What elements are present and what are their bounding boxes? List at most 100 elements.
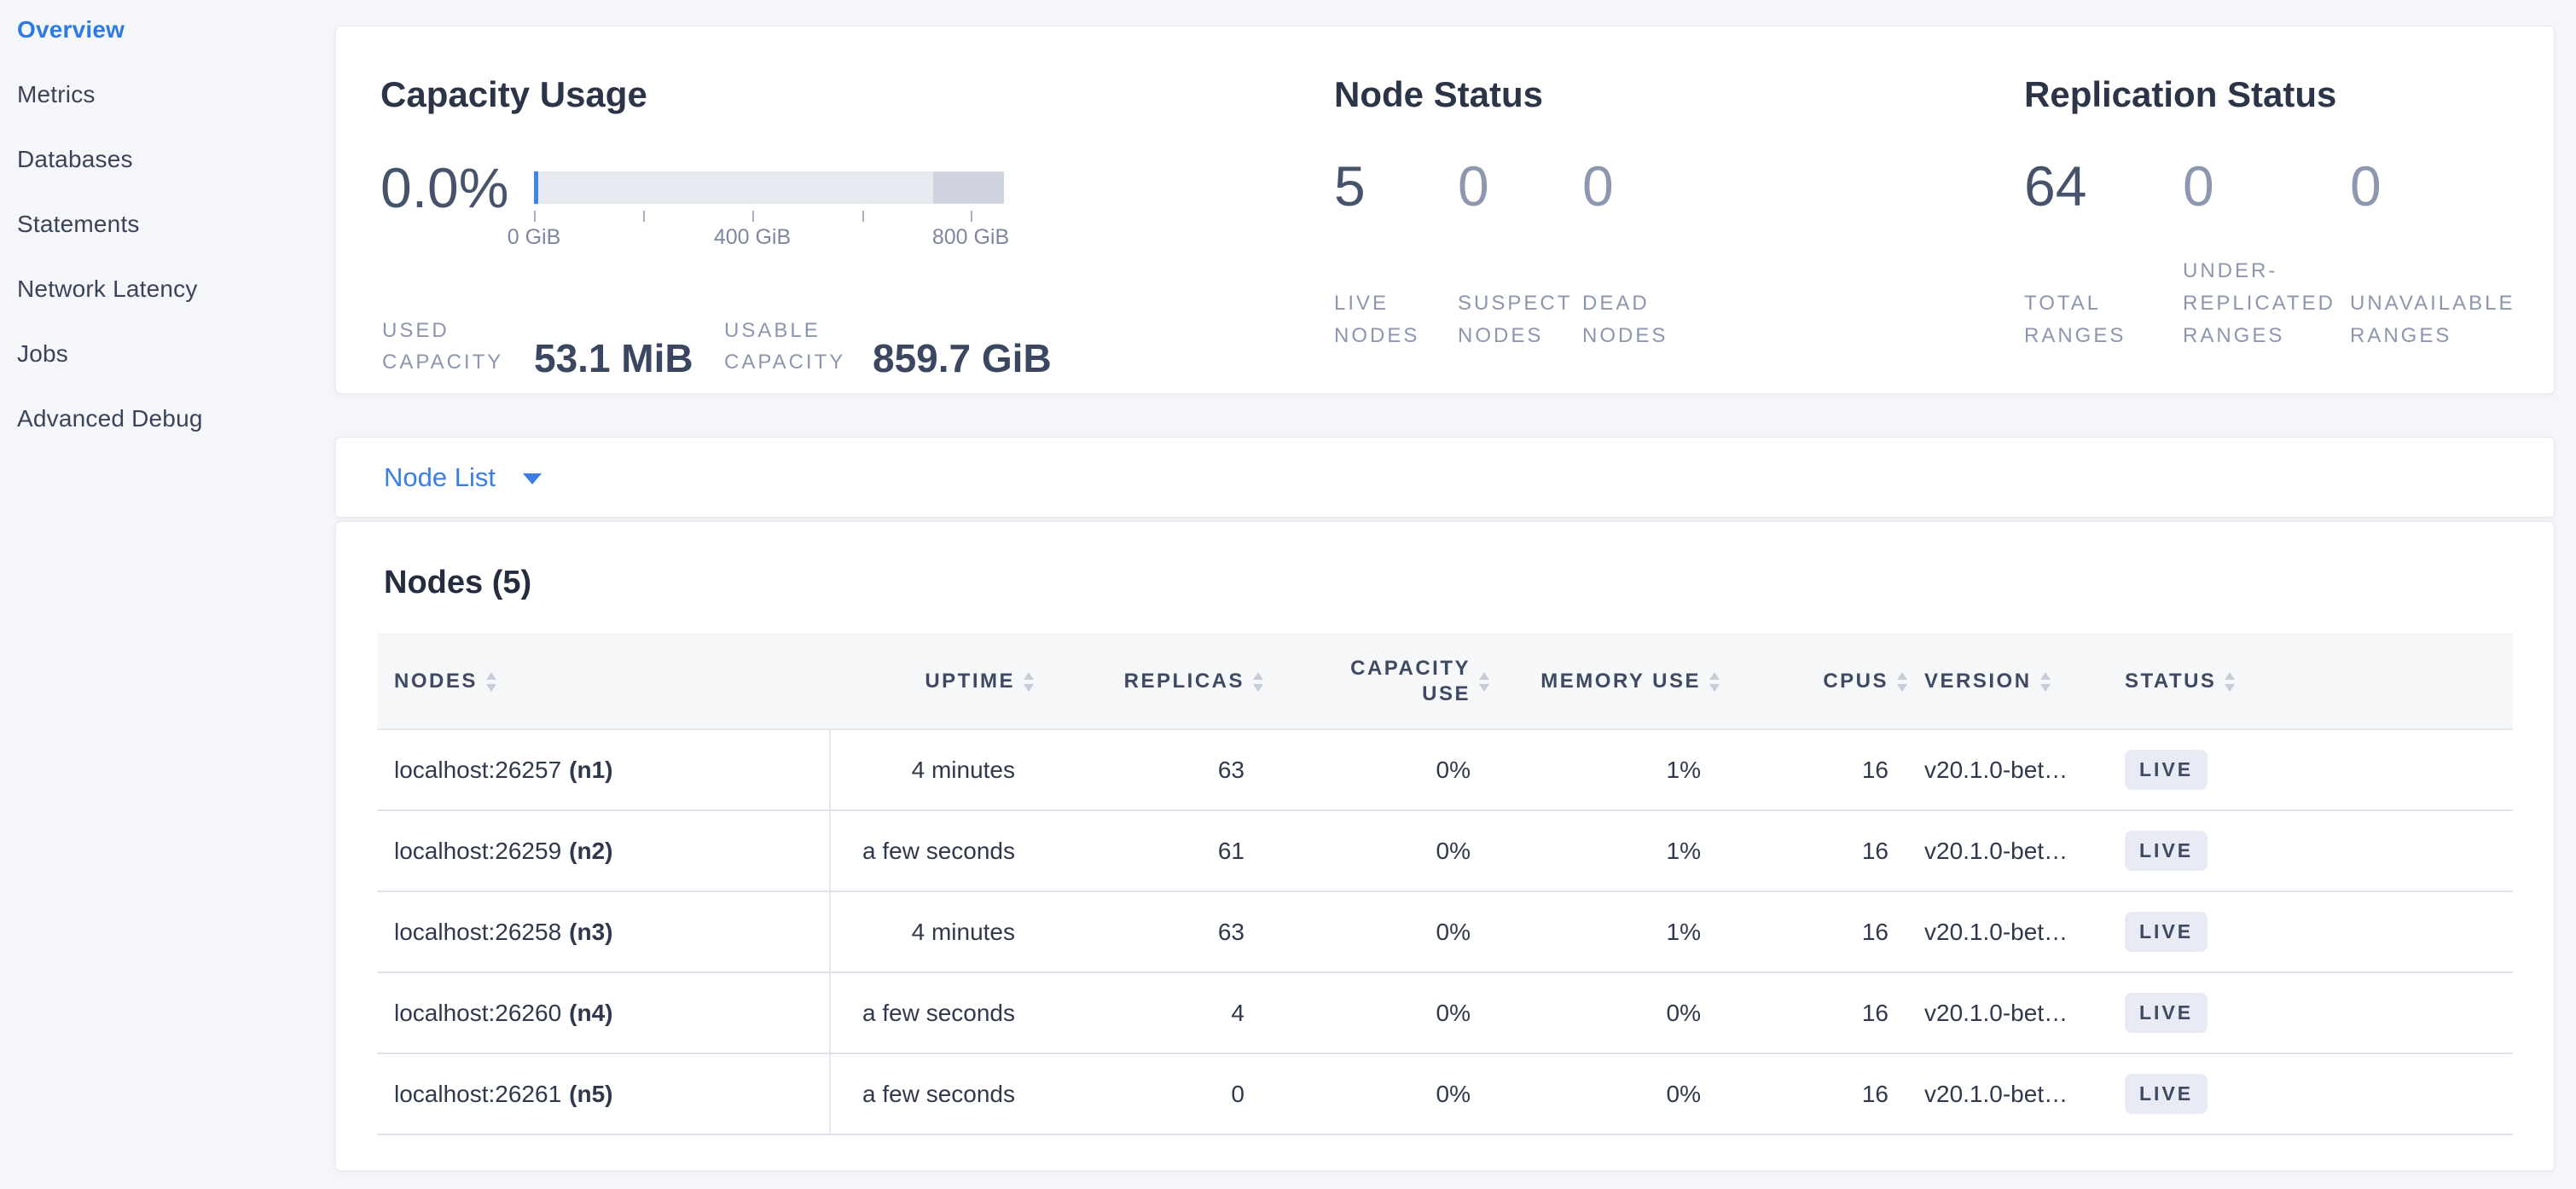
column-header-label: NODES xyxy=(394,670,478,693)
cpus-cell: 16 xyxy=(1720,892,1907,972)
sidebar-item-databases[interactable]: Databases xyxy=(17,145,335,174)
column-header-cpus[interactable]: CPUS xyxy=(1720,635,1907,728)
sort-icon[interactable] xyxy=(1479,672,1489,692)
capacity-used-segment xyxy=(534,171,538,204)
sidebar-item-advanced-debug[interactable]: Advanced Debug xyxy=(17,404,335,433)
table-row-n3[interactable]: localhost:26258 (n3) 4 minutes 63 0% 1% … xyxy=(377,892,2513,973)
replicas-cell: 61 xyxy=(1034,811,1263,890)
node-list-dropdown[interactable]: Node List xyxy=(384,462,542,493)
used-capacity-label: USED CAPACITY xyxy=(382,315,512,378)
dead-nodes-value: 0 xyxy=(1582,154,1710,218)
node-status-stats: 5 LIVE NODES 0 SUSPECT NODES 0 DEAD NODE… xyxy=(1334,154,1710,352)
column-header-label: CPUS xyxy=(1823,670,1888,693)
node-cell: localhost:26259 (n2) xyxy=(377,811,831,890)
node-cell: localhost:26257 (n1) xyxy=(377,730,831,809)
uptime-cell: a few seconds xyxy=(831,811,1034,890)
unavailable-ranges-value: 0 xyxy=(2350,154,2533,218)
table-row-n5[interactable]: localhost:26261 (n5) a few seconds 0 0% … xyxy=(377,1054,2513,1135)
sort-icon[interactable] xyxy=(1253,672,1263,692)
sort-icon[interactable] xyxy=(1709,672,1720,692)
usable-capacity-label: USABLE CAPACITY xyxy=(724,315,861,378)
sidebar-item-jobs[interactable]: Jobs xyxy=(17,339,335,368)
table-row-n2[interactable]: localhost:26259 (n2) a few seconds 61 0%… xyxy=(377,811,2513,892)
node-id: (n2) xyxy=(569,838,612,865)
axis-tick xyxy=(643,211,645,222)
status-badge: LIVE xyxy=(2125,993,2208,1033)
column-header-label: REPLICAS xyxy=(1124,670,1244,693)
nodes-card: Nodes (5) NODES UPTIME REPLICAS CAPACITY… xyxy=(335,521,2555,1171)
sidebar: Overview Metrics Databases Statements Ne… xyxy=(0,0,335,469)
status-badge: LIVE xyxy=(2125,831,2208,871)
node-id: (n5) xyxy=(569,1081,612,1108)
uptime-cell: 4 minutes xyxy=(831,892,1034,972)
replication-status-title: Replication Status xyxy=(2024,72,2336,117)
column-header-status[interactable]: STATUS xyxy=(2108,635,2513,728)
unavailable-ranges-stat: 0 UNAVAILABLE RANGES xyxy=(2350,154,2533,352)
column-header-memory-use[interactable]: MEMORY USE xyxy=(1489,635,1720,728)
sort-icon[interactable] xyxy=(1897,672,1907,692)
sort-icon[interactable] xyxy=(2225,672,2235,692)
node-address: localhost:26260 xyxy=(394,1000,561,1027)
column-header-label: VERSION xyxy=(1924,670,2032,693)
node-status-section: Node Status 5 LIVE NODES 0 SUSPECT NODES… xyxy=(1334,26,1846,393)
dead-nodes-stat: 0 DEAD NODES xyxy=(1582,154,1710,352)
nodes-table-header: NODES UPTIME REPLICAS CAPACITY USE MEMOR… xyxy=(377,634,2513,730)
column-header-replicas[interactable]: REPLICAS xyxy=(1034,635,1263,728)
status-cell: LIVE xyxy=(2108,811,2513,890)
column-header-uptime[interactable]: UPTIME xyxy=(831,635,1034,728)
capacity-usage-bar xyxy=(534,171,1004,204)
sort-icon[interactable] xyxy=(2040,672,2051,692)
table-row-n4[interactable]: localhost:26260 (n4) a few seconds 4 0% … xyxy=(377,973,2513,1054)
capacity-usage-section: Capacity Usage 0.0% 0 GiB 400 GiB 800 Gi… xyxy=(380,26,1332,393)
column-header-label: MEMORY USE xyxy=(1540,670,1701,693)
status-cell: LIVE xyxy=(2108,1054,2513,1134)
live-nodes-label: LIVE NODES xyxy=(1334,287,1458,352)
capacity-used-percent: 0.0% xyxy=(380,156,508,219)
column-header-capacity-use[interactable]: CAPACITY USE xyxy=(1263,635,1489,728)
column-header-version[interactable]: VERSION xyxy=(1907,635,2108,728)
status-badge: LIVE xyxy=(2125,1074,2208,1114)
status-cell: LIVE xyxy=(2108,973,2513,1053)
axis-label-0gib: 0 GiB xyxy=(508,224,561,250)
sort-icon[interactable] xyxy=(486,672,496,692)
sidebar-item-statements[interactable]: Statements xyxy=(17,210,335,239)
uptime-cell: a few seconds xyxy=(831,973,1034,1053)
column-header-nodes[interactable]: NODES xyxy=(377,635,831,728)
sidebar-item-overview[interactable]: Overview xyxy=(17,15,335,44)
replicas-cell: 63 xyxy=(1034,892,1263,972)
total-ranges-label: TOTAL RANGES xyxy=(2024,287,2183,352)
node-list-dropdown-label[interactable]: Node List xyxy=(384,462,496,493)
uptime-cell: 4 minutes xyxy=(831,730,1034,809)
node-id: (n4) xyxy=(569,1000,612,1027)
memory-use-cell: 0% xyxy=(1489,1054,1720,1134)
axis-label-400gib: 400 GiB xyxy=(714,224,791,250)
sidebar-item-network-latency[interactable]: Network Latency xyxy=(17,275,335,304)
total-ranges-stat: 64 TOTAL RANGES xyxy=(2024,154,2183,352)
capacity-use-cell: 0% xyxy=(1263,892,1489,972)
column-header-label: CAPACITY USE xyxy=(1332,656,1471,707)
suspect-nodes-label: SUSPECT NODES xyxy=(1458,287,1582,352)
capacity-use-cell: 0% xyxy=(1263,1054,1489,1134)
version-cell: v20.1.0-bet… xyxy=(1907,730,2108,809)
node-address: localhost:26257 xyxy=(394,757,561,784)
replicas-cell: 0 xyxy=(1034,1054,1263,1134)
node-address: localhost:26259 xyxy=(394,838,561,865)
cluster-summary-card: Capacity Usage 0.0% 0 GiB 400 GiB 800 Gi… xyxy=(335,26,2555,394)
cpus-cell: 16 xyxy=(1720,730,1907,809)
node-address: localhost:26261 xyxy=(394,1081,561,1108)
version-cell: v20.1.0-bet… xyxy=(1907,892,2108,972)
status-cell: LIVE xyxy=(2108,892,2513,972)
axis-tick xyxy=(752,211,754,222)
used-capacity-value: 53.1 MiB xyxy=(534,339,702,378)
memory-use-cell: 1% xyxy=(1489,730,1720,809)
total-ranges-value: 64 xyxy=(2024,154,2183,218)
sort-icon[interactable] xyxy=(1024,672,1034,692)
version-cell: v20.1.0-bet… xyxy=(1907,973,2108,1053)
table-row-n1[interactable]: localhost:26257 (n1) 4 minutes 63 0% 1% … xyxy=(377,730,2513,811)
column-header-label: UPTIME xyxy=(925,670,1015,693)
unavailable-ranges-label: UNAVAILABLE RANGES xyxy=(2350,287,2533,352)
uptime-cell: a few seconds xyxy=(831,1054,1034,1134)
cpus-cell: 16 xyxy=(1720,973,1907,1053)
node-cell: localhost:26258 (n3) xyxy=(377,892,831,972)
sidebar-item-metrics[interactable]: Metrics xyxy=(17,80,335,109)
